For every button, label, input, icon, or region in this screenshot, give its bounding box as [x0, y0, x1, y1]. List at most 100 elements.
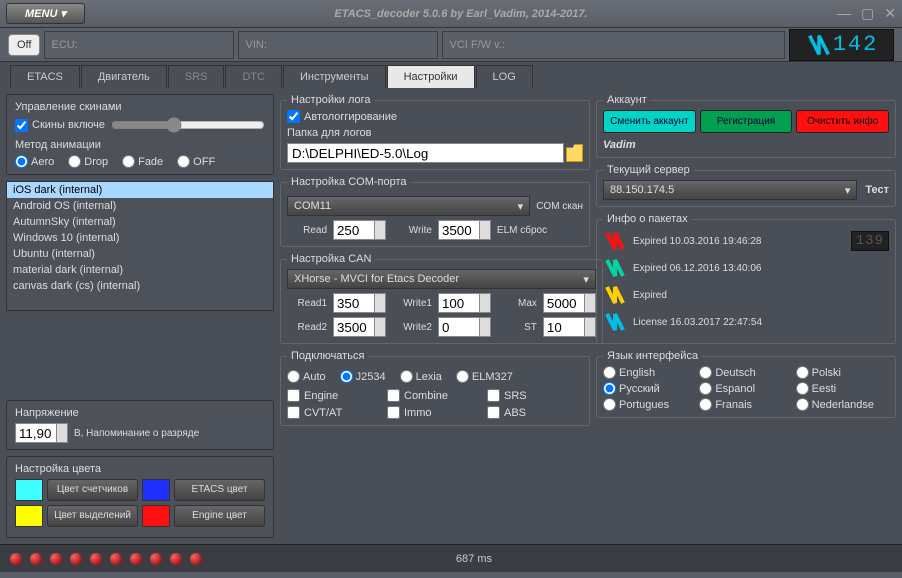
statusbar: 687 ms	[0, 544, 902, 572]
package-icon	[603, 310, 627, 334]
clear-info-button[interactable]: Очистить инфо	[796, 110, 889, 133]
skins-enabled-checkbox[interactable]: Скины включе	[15, 119, 105, 132]
can-read2-spinner[interactable]: ▲▼	[333, 317, 386, 337]
tab-srs[interactable]: SRS	[168, 65, 225, 88]
tab-settings[interactable]: Настройки	[387, 65, 475, 88]
skin-list[interactable]: iOS dark (internal)Android OS (internal)…	[6, 181, 274, 311]
can-max-spinner[interactable]: ▲▼	[543, 293, 596, 313]
can-write1-spinner[interactable]: ▲▼	[438, 293, 491, 313]
log-group: Настройки лога Автологгирование Папка дл…	[280, 94, 590, 170]
status-dot	[190, 553, 202, 565]
can-read1-spinner[interactable]: ▲▼	[333, 293, 386, 313]
system-checkbox-srs[interactable]: SRS	[487, 389, 583, 402]
change-account-button[interactable]: Сменить аккаунт	[603, 110, 696, 133]
skin-item[interactable]: iOS dark (internal)	[7, 182, 273, 198]
colors-group: Настройка цвета Цвет счетчиков ETACS цве…	[6, 456, 274, 538]
system-checkbox-engine[interactable]: Engine	[287, 389, 383, 402]
menu-button[interactable]: MENU	[6, 3, 85, 24]
lang-radio[interactable]: Espanol	[699, 382, 792, 395]
anim-radio-off[interactable]: OFF	[177, 155, 215, 168]
autolog-checkbox[interactable]: Автологгирование	[287, 110, 583, 123]
lang-radio[interactable]: Portugues	[603, 398, 696, 411]
connect-radio-j2534[interactable]: J2534	[340, 370, 386, 383]
lang-radio[interactable]: Nederlandse	[796, 398, 889, 411]
skin-item[interactable]: Ubuntu (internal)	[7, 246, 273, 262]
lang-radio[interactable]: Polski	[796, 366, 889, 379]
com-read-spinner[interactable]: ▲▼	[333, 220, 386, 240]
anim-radio-aero[interactable]: Aero	[15, 155, 54, 168]
status-dot	[10, 553, 22, 565]
folder-icon[interactable]	[566, 144, 583, 162]
package-row: Expired 06.12.2016 13:40:06	[603, 256, 889, 280]
system-checkbox-cvt-at[interactable]: CVT/AT	[287, 406, 383, 419]
connect-radio-lexia[interactable]: Lexia	[400, 370, 442, 383]
skin-item[interactable]: AutumnSky (internal)	[7, 214, 273, 230]
tab-tools[interactable]: Инструменты	[283, 65, 386, 88]
package-counter: 139	[851, 231, 889, 251]
connect-radio-auto[interactable]: Auto	[287, 370, 326, 383]
close-button[interactable]: ✕	[884, 5, 896, 22]
com-scan-label[interactable]: COM скан	[536, 201, 583, 212]
skin-item[interactable]: Windows 10 (internal)	[7, 230, 273, 246]
can-group: Настройка CAN XHorse - MVCI for Etacs De…	[280, 253, 603, 344]
titlebar: MENU ETACS_decoder 5.0.6 by Earl_Vadim, …	[0, 0, 902, 28]
can-st-spinner[interactable]: ▲▼	[543, 317, 596, 337]
can-read1-label: Read1	[287, 298, 327, 309]
highlight-color-swatch[interactable]	[15, 505, 43, 527]
packages-group: Инфо о пакетах Expired 10.03.2016 19:46:…	[596, 213, 896, 344]
skins-title: Управление скинами	[15, 101, 265, 113]
colors-title: Настройка цвета	[15, 463, 265, 475]
server-title: Текущий сервер	[603, 164, 694, 176]
can-device-select[interactable]: XHorse - MVCI for Etacs Decoder	[287, 269, 596, 289]
minimize-button[interactable]: —	[837, 5, 851, 22]
tab-engine[interactable]: Двигатель	[81, 65, 167, 88]
voltage-spinner[interactable]: ▲▼	[15, 423, 68, 443]
lang-radio[interactable]: Eesti	[796, 382, 889, 395]
highlight-color-button[interactable]: Цвет выделений	[47, 505, 138, 527]
packages-title: Инфо о пакетах	[603, 213, 692, 225]
system-checkbox-immo[interactable]: Immo	[387, 406, 483, 419]
status-dot	[50, 553, 62, 565]
lang-radio[interactable]: English	[603, 366, 696, 379]
register-button[interactable]: Регистрация	[700, 110, 793, 133]
tab-strip: ETACS Двигатель SRS DTC Инструменты Наст…	[0, 62, 902, 88]
lang-radio[interactable]: Franais	[699, 398, 792, 411]
engine-color-swatch[interactable]	[142, 505, 170, 527]
server-select[interactable]: 88.150.174.5	[603, 180, 857, 200]
system-checkbox-abs[interactable]: ABS	[487, 406, 583, 419]
system-checkbox-combine[interactable]: Combine	[387, 389, 483, 402]
lang-radio[interactable]: Deutsch	[699, 366, 792, 379]
test-button[interactable]: Тест	[865, 184, 889, 196]
anim-radio-drop[interactable]: Drop	[68, 155, 108, 168]
etacs-color-swatch[interactable]	[142, 479, 170, 501]
skins-slider[interactable]	[111, 117, 265, 133]
log-folder-input[interactable]	[287, 143, 564, 163]
lang-title: Язык интерфейса	[603, 350, 702, 362]
counter-color-swatch[interactable]	[15, 479, 43, 501]
can-write2-spinner[interactable]: ▲▼	[438, 317, 491, 337]
info-bar: Off ECU: VIN: VCI F/W v.: 142	[0, 28, 902, 62]
status-dot	[90, 553, 102, 565]
status-dot	[70, 553, 82, 565]
lang-radio[interactable]: Русский	[603, 382, 696, 395]
anim-radio-fade[interactable]: Fade	[122, 155, 163, 168]
off-button[interactable]: Off	[8, 34, 40, 56]
tab-etacs[interactable]: ETACS	[10, 65, 80, 88]
counter-color-button[interactable]: Цвет счетчиков	[47, 479, 138, 501]
skin-item[interactable]: Android OS (internal)	[7, 198, 273, 214]
elm-reset-label[interactable]: ELM сброс	[497, 225, 547, 236]
maximize-button[interactable]: ▢	[861, 5, 874, 22]
skin-item[interactable]: canvas dark (cs) (internal)	[7, 278, 273, 294]
log-folder-label: Папка для логов	[287, 127, 583, 139]
account-group: Аккаунт Сменить аккаунт Регистрация Очис…	[596, 94, 896, 158]
tab-log[interactable]: LOG	[476, 65, 533, 88]
connect-radio-elm327[interactable]: ELM327	[456, 370, 513, 383]
etacs-color-button[interactable]: ETACS цвет	[174, 479, 265, 501]
lang-group: Язык интерфейса EnglishDeutsch Polski Русс…	[596, 350, 896, 418]
tab-dtc[interactable]: DTC	[225, 65, 282, 88]
com-write-spinner[interactable]: ▲▼	[438, 220, 491, 240]
engine-color-button[interactable]: Engine цвет	[174, 505, 265, 527]
skin-item[interactable]: material dark (internal)	[7, 262, 273, 278]
vin-info: VIN:	[238, 31, 438, 59]
com-port-select[interactable]: COM11	[287, 196, 530, 216]
